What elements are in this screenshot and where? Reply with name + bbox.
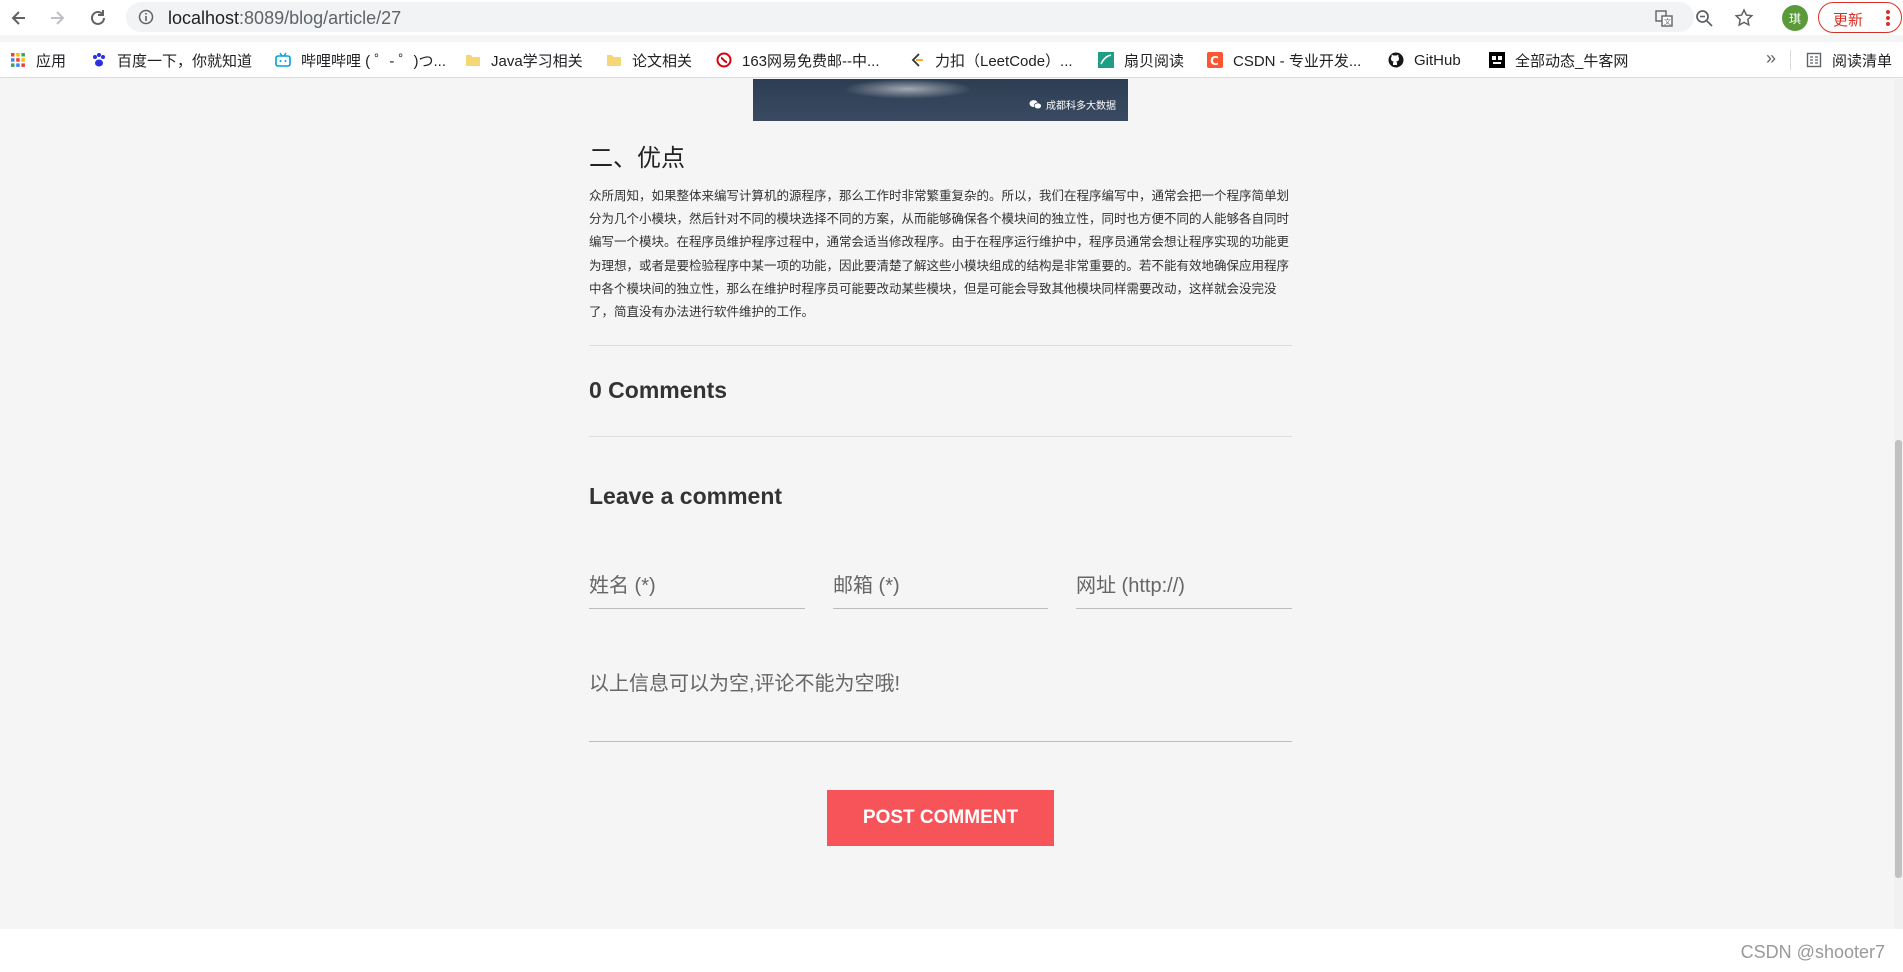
bookmark-label: 哔哩哔哩 ( ゜- ゜)つ... (301, 52, 446, 70)
image-watermark: 成都科多大数据 (1029, 97, 1116, 112)
email-input[interactable] (833, 565, 1048, 608)
url-text[interactable]: localhost:8089/blog/article/27 (168, 8, 401, 29)
bookmark-github[interactable]: GitHub (1388, 50, 1461, 70)
browser-toolbar: localhost:8089/blog/article/27 文 琪 更新 (0, 0, 1903, 35)
name-field[interactable] (589, 565, 805, 609)
baidu-paw-icon (93, 53, 105, 67)
star-icon[interactable] (1734, 8, 1754, 28)
bookmark-label: 应用 (36, 52, 67, 70)
page-bottom-area (0, 929, 1903, 972)
bookmarks-divider (1790, 50, 1791, 70)
bookmark-label: Java学习相关 (491, 52, 583, 70)
bookmark-label: GitHub (1414, 51, 1461, 69)
bookmark-label: 力扣（LeetCode）... (935, 52, 1073, 70)
zoom-icon[interactable] (1694, 8, 1714, 28)
back-button[interactable] (6, 5, 32, 31)
reading-list-label: 阅读清单 (1832, 52, 1893, 70)
more-vert-icon (1886, 10, 1890, 26)
bookmark-shanbay[interactable]: 扇贝阅读 (1098, 50, 1184, 70)
forward-button[interactable] (44, 5, 70, 31)
nowcoder-icon (1489, 52, 1505, 68)
divider (589, 345, 1292, 346)
url-host: localhost (168, 8, 240, 28)
netease-icon (716, 52, 732, 68)
watermark-text: 成都科多大数据 (1046, 101, 1116, 112)
bilibili-tv-icon (275, 52, 291, 67)
folder-icon (466, 55, 480, 66)
website-input[interactable] (1076, 565, 1292, 608)
bookmark-java-folder[interactable]: Java学习相关 (465, 50, 583, 70)
folder-icon (607, 55, 621, 66)
comment-textarea[interactable] (589, 667, 1292, 741)
svg-text:C: C (1210, 54, 1219, 68)
bookmark-apps[interactable]: 应用 (10, 50, 66, 70)
bookmarks-more-button[interactable]: » (1766, 48, 1776, 69)
reading-list-icon (1806, 52, 1822, 68)
website-field[interactable] (1076, 565, 1292, 609)
article-image: 成都科多大数据 (753, 79, 1128, 121)
csdn-icon: C (1207, 52, 1223, 68)
bookmark-label: CSDN - 专业开发... (1233, 52, 1362, 70)
profile-avatar[interactable]: 琪 (1782, 5, 1808, 31)
apps-grid-icon (11, 53, 25, 67)
bookmark-baidu[interactable]: 百度一下，你就知道 (91, 50, 252, 70)
arrow-right-icon (51, 11, 65, 25)
bookmark-163[interactable]: 163网易免费邮--中... (716, 50, 880, 70)
address-bar[interactable]: localhost:8089/blog/article/27 文 (126, 2, 1754, 32)
wechat-icon (1029, 100, 1042, 110)
section-heading: 二、优点 (589, 144, 685, 172)
bookmark-leetcode[interactable]: 力扣（LeetCode）... (909, 50, 1073, 70)
info-icon (138, 9, 154, 25)
bookmark-nowcoder[interactable]: 全部动态_牛客网 (1489, 50, 1628, 70)
reload-icon (91, 10, 105, 25)
svg-text:文: 文 (1664, 17, 1671, 26)
bookmarks-bar: 应用 百度一下，你就知道 哔哩哔哩 ( ゜- ゜)つ... Java学习相关 论… (0, 42, 1903, 78)
arrow-left-icon (11, 11, 25, 25)
comments-count-title: 0 Comments (589, 377, 728, 403)
leetcode-icon (911, 53, 923, 67)
bookmark-papers-folder[interactable]: 论文相关 (606, 50, 692, 70)
csdn-watermark: CSDN @shooter7 (1740, 942, 1885, 962)
profile-initial: 琪 (1788, 11, 1801, 26)
name-input[interactable] (589, 565, 805, 608)
bookmark-label: 扇贝阅读 (1124, 52, 1185, 70)
reload-button[interactable] (85, 5, 111, 31)
divider (589, 436, 1292, 437)
image-glow (843, 79, 973, 99)
bookmark-csdn[interactable]: C CSDN - 专业开发... (1207, 50, 1361, 70)
page-content: 成都科多大数据 二、优点 众所周知，如果整体来编写计算机的源程序，那么工作时非常… (0, 79, 1903, 929)
github-icon (1388, 52, 1404, 68)
comment-field[interactable] (589, 667, 1292, 742)
scrollbar-thumb[interactable] (1895, 440, 1902, 878)
bookmark-bilibili[interactable]: 哔哩哔哩 ( ゜- ゜)つ... (275, 50, 446, 70)
post-comment-button[interactable]: POST COMMENT (827, 790, 1054, 846)
bookmark-label: 全部动态_牛客网 (1515, 52, 1629, 70)
leave-comment-title: Leave a comment (589, 483, 783, 509)
bookmark-label: 论文相关 (632, 52, 693, 70)
translate-icon[interactable]: 文 (1654, 8, 1674, 28)
update-label: 更新 (1833, 12, 1864, 29)
shanbay-icon (1098, 52, 1114, 68)
email-field[interactable] (833, 565, 1048, 609)
url-path: :8089/blog/article/27 (239, 8, 402, 28)
article-paragraph: 众所周知，如果整体来编写计算机的源程序，那么工作时非常繁重复杂的。所以，我们在程… (589, 189, 1290, 320)
bookmark-label: 百度一下，你就知道 (117, 52, 253, 70)
update-button[interactable]: 更新 (1818, 2, 1902, 33)
reading-list-button[interactable]: 阅读清单 (1806, 50, 1892, 70)
bookmark-label: 163网易免费邮--中... (742, 52, 880, 70)
